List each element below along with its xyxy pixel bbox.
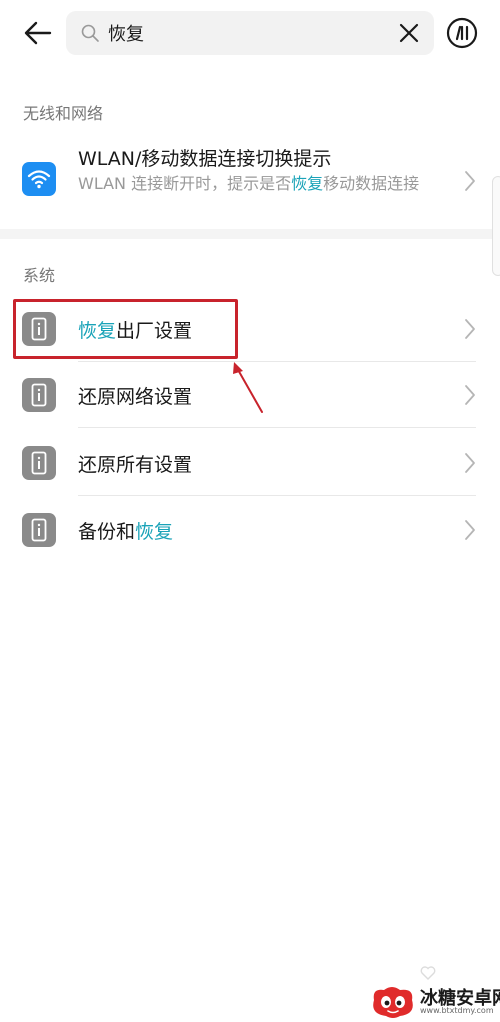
result-label: 还原网络设置 [78, 386, 193, 408]
phone-info-icon [22, 446, 56, 480]
back-arrow-icon [24, 21, 52, 45]
chevron-right-icon [465, 319, 475, 339]
clear-icon[interactable] [398, 22, 420, 44]
section-header-system: 系统 [23, 266, 56, 285]
chevron-right-icon [465, 385, 475, 405]
watermark-logo-icon [373, 987, 413, 1018]
phone-info-icon [22, 312, 56, 346]
result-label: 还原所有设置 [78, 454, 193, 476]
top-bar [0, 0, 500, 66]
heart-icon [420, 966, 436, 980]
section-divider [0, 229, 500, 239]
scrollbar[interactable] [492, 176, 500, 276]
result-title: WLAN/移动数据连接切换提示 [78, 148, 332, 170]
section-header-wireless: 无线和网络 [23, 104, 104, 123]
result-item-factory-reset[interactable]: 恢复出厂设置 [0, 296, 500, 362]
row-divider [78, 427, 476, 428]
search-box[interactable] [66, 11, 434, 55]
assistant-icon[interactable] [446, 17, 478, 49]
result-item-reset-network[interactable]: 还原网络设置 [0, 362, 500, 428]
chevron-right-icon [465, 520, 475, 540]
watermark-url: www.btxtdmy.com [420, 1006, 494, 1015]
result-item-wlan-switch[interactable]: WLAN/移动数据连接切换提示 WLAN 连接断开时，提示是否恢复移动数据连接 [0, 138, 500, 226]
result-label: 恢复出厂设置 [78, 320, 193, 342]
row-divider [78, 495, 476, 496]
wifi-icon [22, 162, 56, 196]
watermark: 冰糖安卓网 www.btxtdmy.com [370, 984, 500, 1020]
chevron-right-icon [465, 171, 475, 191]
chevron-right-icon [465, 453, 475, 473]
back-button[interactable] [18, 14, 58, 52]
search-icon [81, 24, 99, 42]
result-label: 备份和恢复 [78, 521, 174, 543]
result-item-reset-all[interactable]: 还原所有设置 [0, 430, 500, 496]
result-item-backup-restore[interactable]: 备份和恢复 [0, 497, 500, 563]
phone-info-icon [22, 513, 56, 547]
search-input[interactable] [108, 11, 388, 55]
phone-info-icon [22, 378, 56, 412]
result-description: WLAN 连接断开时，提示是否恢复移动数据连接 [78, 174, 420, 193]
